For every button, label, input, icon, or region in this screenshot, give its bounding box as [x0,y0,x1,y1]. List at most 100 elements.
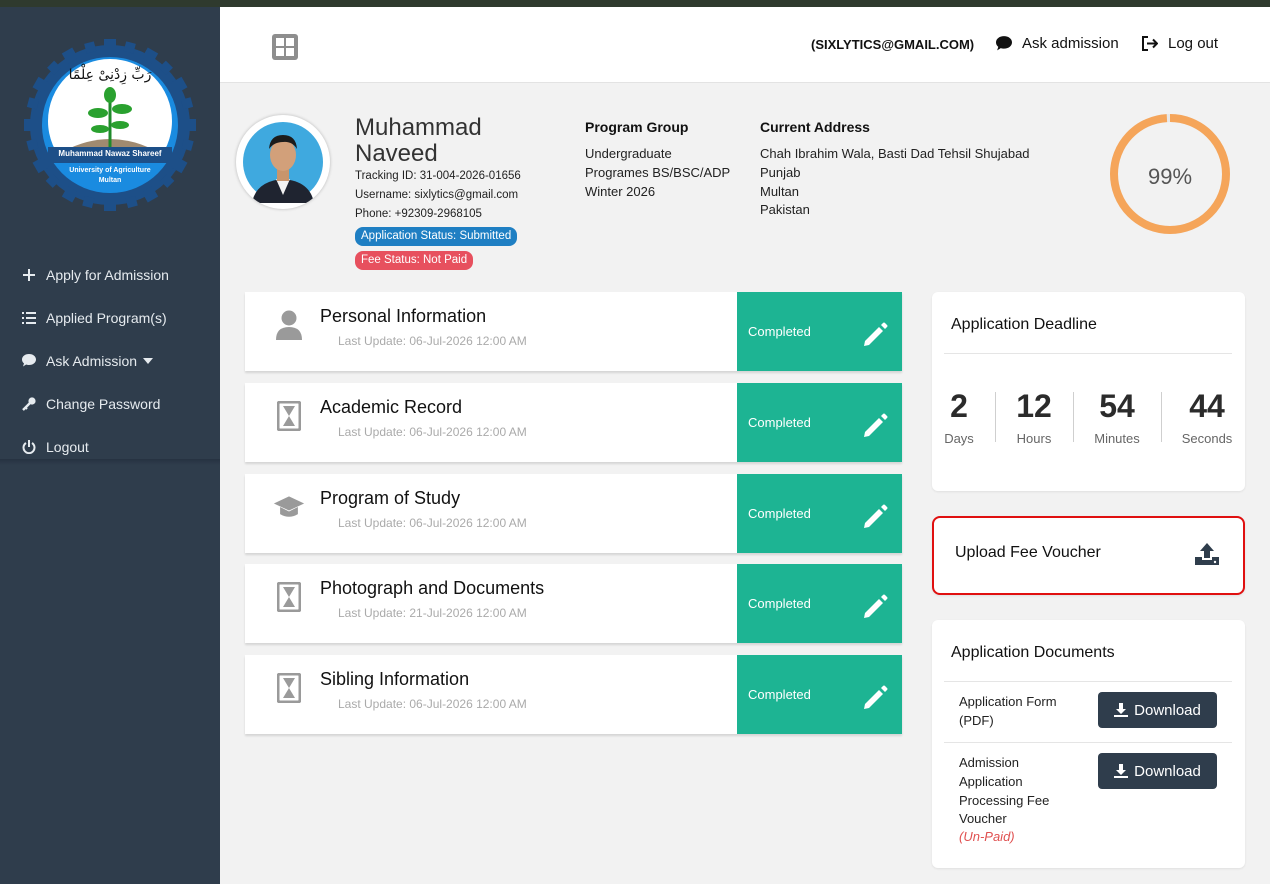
upload-fee-voucher-button[interactable]: Upload Fee Voucher [932,516,1245,595]
application-status-badge: Application Status: Submitted [355,227,518,246]
status-label: Completed [748,415,811,430]
download-application-form-button[interactable]: Download [1098,692,1217,728]
section-title: Photograph and Documents [320,578,545,598]
divider [944,742,1232,743]
applicant-name: Muhammad Naveed [355,114,482,167]
current-address-line: Pakistan [760,202,810,217]
edit-program-of-study-button[interactable]: Completed [737,474,902,553]
top-header: (SIXLYTICS@GMAIL.COM) Ask admission Log … [220,7,1270,83]
upload-icon [1194,541,1220,572]
profile-photo [236,115,330,209]
sidebar-item-label: Ask Admission [46,352,138,369]
user-icon [273,308,305,342]
chat-icon [20,352,38,370]
unpaid-note: (Un-Paid) [959,829,1015,844]
section-personal-information: Personal Information Last Update: 06-Jul… [245,292,902,371]
sidebar-item-label: Applied Program(s) [46,309,167,326]
caret-down-icon [143,357,154,364]
countdown-seconds-label: Seconds [1181,431,1233,446]
upload-fee-voucher-title: Upload Fee Voucher [955,544,1101,561]
sidebar-item-ask-admission[interactable]: Ask Admission [0,339,220,382]
sidebar-item-change-password[interactable]: Change Password [0,382,220,425]
sidebar-item-applied-programs[interactable]: Applied Program(s) [0,296,220,339]
section-program-of-study: Program of Study Last Update: 06-Jul-202… [245,474,902,553]
divider [944,681,1232,682]
tracking-id: Tracking ID: 31-004-2026-01656 [355,170,521,182]
top-strip [0,0,1270,7]
countdown-days: 2 [950,388,968,424]
chat-icon [996,36,1012,51]
status-label: Completed [748,596,811,611]
hourglass-icon [273,671,305,705]
logout-link[interactable]: Log out [1142,35,1218,52]
deadline-title: Application Deadline [951,316,1097,333]
section-last-update: Last Update: 06-Jul-2026 12:00 AM [338,697,527,711]
ask-admission-link[interactable]: Ask admission [996,35,1119,52]
section-last-update: Last Update: 06-Jul-2026 12:00 AM [338,334,527,348]
plus-icon [20,266,38,284]
program-group-line: Undergraduate [585,146,672,161]
program-group-line: Winter 2026 [585,184,656,199]
current-address-line: Punjab [760,165,801,180]
current-address-line: Multan [760,184,800,199]
application-documents-card: Application Documents Application Form (… [932,620,1245,868]
download-icon [1114,703,1129,717]
hourglass-icon [273,580,305,614]
username: Username: sixlytics@gmail.com [355,189,519,201]
pencil-icon [861,412,889,443]
power-icon [20,438,38,456]
logout-label: Log out [1168,35,1219,52]
section-title: Program of Study [320,488,461,508]
countdown-divider [1073,392,1074,442]
sidebar: رَبِّ زِدْنِیْ عِلْمًا Muhammad Nawaz Sh… [0,7,220,884]
grid-menu-icon[interactable] [272,34,298,60]
document-name-line: Application Form [959,694,1057,709]
phone: Phone: +92309-2968105 [355,208,482,220]
status-label: Completed [748,506,811,521]
sidebar-menu: Apply for Admission Applied Program(s) A… [0,253,220,459]
sidebar-item-label: Apply for Admission [46,266,169,283]
menu-divider [0,459,220,465]
application-deadline-card: Application Deadline 2 Days 12 Hours 54 … [932,292,1245,491]
sidebar-item-apply-for-admission[interactable]: Apply for Admission [0,253,220,296]
program-group-title: Program Group [585,119,689,135]
fee-status-badge: Fee Status: Not Paid [355,251,474,270]
section-last-update: Last Update: 21-Jul-2026 12:00 AM [338,606,527,620]
graduation-cap-icon [273,490,305,524]
completion-percent: 99% [1147,164,1193,189]
countdown-seconds: 44 [1189,388,1225,424]
pencil-icon [861,593,889,624]
document-name-line: Voucher [959,811,1007,826]
university-logo: رَبِّ زِدْنِیْ عِلْمًا Muhammad Nawaz Sh… [24,39,196,211]
document-name-line: (PDF) [959,713,994,728]
countdown-hours: 12 [1016,388,1052,424]
current-address-title: Current Address [760,119,870,135]
download-fee-voucher-button[interactable]: Download [1098,753,1217,789]
document-name-line: Admission [959,755,1019,770]
section-last-update: Last Update: 06-Jul-2026 12:00 AM [338,516,527,530]
edit-sibling-information-button[interactable]: Completed [737,655,902,734]
hourglass-icon [273,399,305,433]
edit-academic-record-button[interactable]: Completed [737,383,902,462]
edit-personal-information-button[interactable]: Completed [737,292,902,371]
pencil-icon [861,684,889,715]
document-name-line: Processing Fee [959,793,1050,808]
section-title: Academic Record [320,397,463,417]
logo-text-top: Muhammad Nawaz Shareef [58,149,162,158]
documents-title: Application Documents [951,644,1115,661]
divider [944,353,1232,354]
status-label: Completed [748,687,811,702]
logo-script: رَبِّ زِدْنِیْ عِلْمًا [68,67,152,83]
countdown-minutes-label: Minutes [1094,431,1140,446]
edit-photograph-and-documents-button[interactable]: Completed [737,564,902,643]
key-icon [20,395,38,413]
section-photograph-and-documents: Photograph and Documents Last Update: 21… [245,564,902,643]
section-title: Personal Information [320,306,487,326]
logo-text-bottom-2: Multan [98,177,122,184]
section-last-update: Last Update: 06-Jul-2026 12:00 AM [338,425,527,439]
countdown-minutes: 54 [1099,388,1135,424]
countdown-hours-label: Hours [1016,431,1052,446]
countdown-days-label: Days [944,431,974,446]
section-title: Sibling Information [320,669,470,689]
sign-out-icon [1142,36,1158,51]
